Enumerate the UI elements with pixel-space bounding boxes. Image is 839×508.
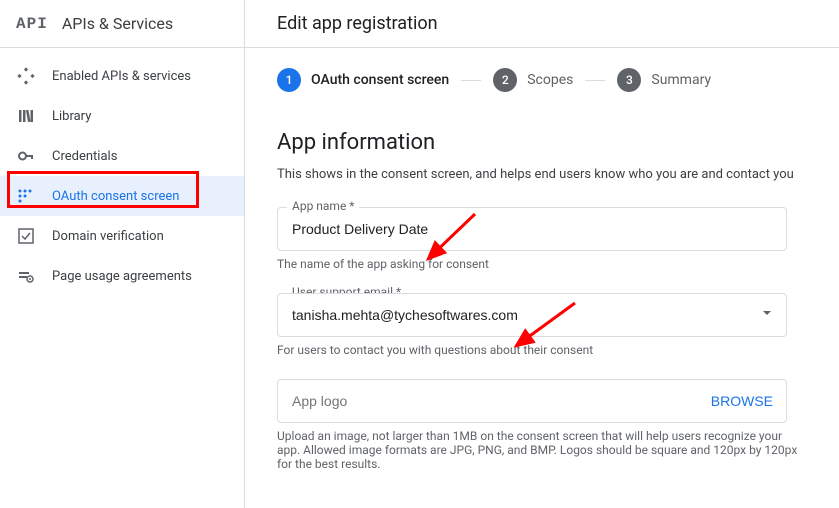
step-label: OAuth consent screen: [311, 72, 449, 88]
sidebar-item-domain-verification[interactable]: Domain verification: [0, 216, 244, 256]
step-number: 3: [617, 68, 641, 92]
sidebar-item-label: Credentials: [52, 149, 117, 164]
step-divider: [585, 80, 605, 81]
sidebar-item-page-usage[interactable]: Page usage agreements: [0, 256, 244, 296]
stepper: 1 OAuth consent screen 2 Scopes 3 Summar…: [245, 48, 839, 112]
sidebar-item-label: Library: [52, 109, 91, 124]
consent-screen-icon: [16, 186, 36, 206]
step-scopes[interactable]: 2 Scopes: [493, 68, 573, 92]
check-box-icon: [16, 226, 36, 246]
sidebar-title: APIs & Services: [62, 14, 173, 33]
page-gear-icon: [16, 266, 36, 286]
main-header: Edit app registration: [245, 0, 839, 48]
sidebar-item-oauth-consent[interactable]: OAuth consent screen: [0, 176, 244, 216]
app-logo-field-group: BROWSE Upload an image, not larger than …: [277, 379, 807, 471]
section-description: This shows in the consent screen, and he…: [277, 165, 807, 185]
sidebar: API APIs & Services Enabled APIs & servi…: [0, 0, 245, 508]
sidebar-item-enabled-apis[interactable]: Enabled APIs & services: [0, 56, 244, 96]
annotation-arrow-icon: [508, 300, 580, 352]
sidebar-item-credentials[interactable]: Credentials: [0, 136, 244, 176]
step-summary[interactable]: 3 Summary: [617, 68, 711, 92]
app-name-field-group: App name * The name of the app asking fo…: [277, 207, 807, 271]
app-name-label: App name *: [287, 199, 359, 213]
diamond-grid-icon: [16, 66, 36, 86]
app-name-hint: The name of the app asking for consent: [277, 257, 807, 271]
key-icon: [16, 146, 36, 166]
step-number: 2: [493, 68, 517, 92]
step-number: 1: [277, 68, 301, 92]
sidebar-item-label: Enabled APIs & services: [52, 69, 191, 84]
library-icon: [16, 106, 36, 126]
annotation-arrow-icon: [420, 211, 480, 266]
page-title: Edit app registration: [277, 13, 438, 34]
main-content: Edit app registration 1 OAuth consent sc…: [245, 0, 839, 508]
sidebar-item-library[interactable]: Library: [0, 96, 244, 136]
sidebar-header: API APIs & Services: [0, 0, 244, 48]
api-logo: API: [16, 15, 48, 33]
sidebar-items: Enabled APIs & services Library Credenti…: [0, 48, 244, 296]
sidebar-item-label: Domain verification: [52, 229, 164, 244]
step-label: Scopes: [527, 72, 573, 88]
step-label: Summary: [651, 72, 711, 88]
step-divider: [461, 80, 481, 81]
step-oauth-consent[interactable]: 1 OAuth consent screen: [277, 68, 449, 92]
browse-button[interactable]: BROWSE: [711, 393, 773, 409]
sidebar-item-label: Page usage agreements: [52, 269, 192, 284]
sidebar-item-label: OAuth consent screen: [52, 189, 179, 204]
section-title: App information: [277, 130, 807, 155]
app-logo-hint: Upload an image, not larger than 1MB on …: [277, 429, 807, 471]
app-name-input[interactable]: [277, 207, 787, 251]
